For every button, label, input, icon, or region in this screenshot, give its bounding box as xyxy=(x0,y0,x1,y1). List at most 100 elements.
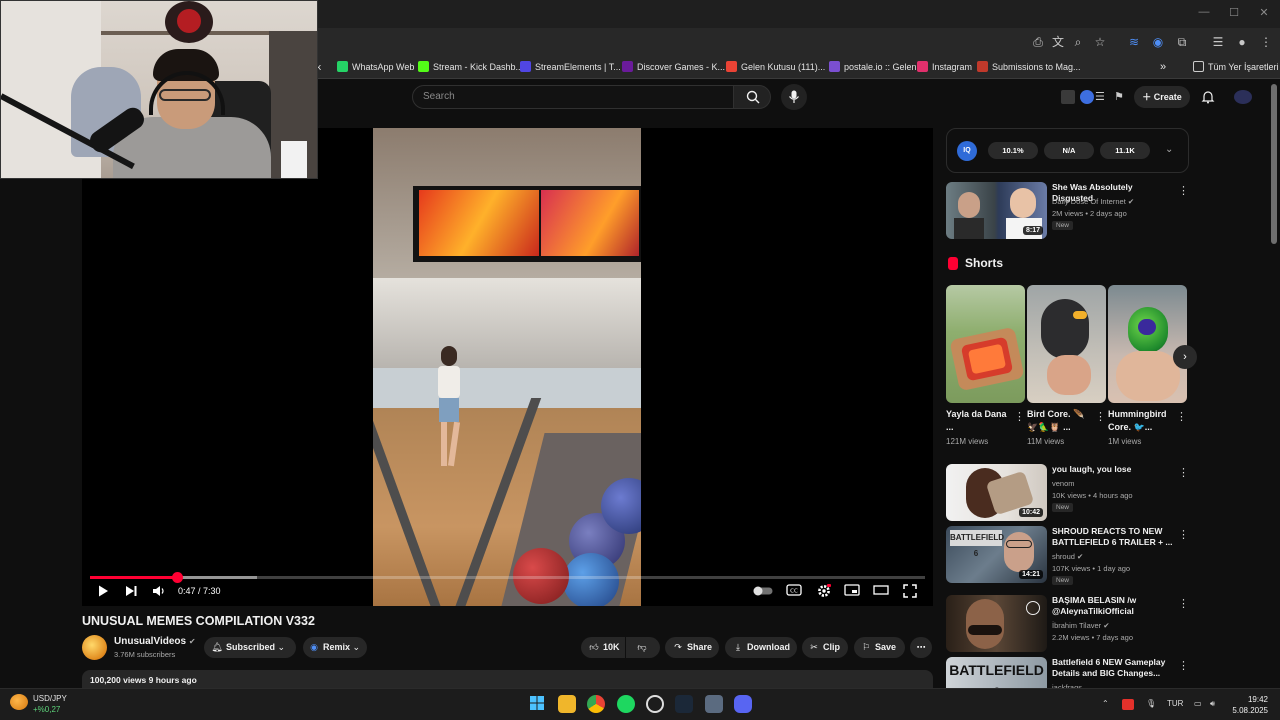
translate-icon[interactable]: 文 xyxy=(1050,34,1066,50)
recommendation-title[interactable]: SHROUD REACTS TO NEW BATTLEFIELD 6 TRAIL… xyxy=(1052,526,1174,548)
chrome-icon[interactable] xyxy=(587,695,605,713)
extension-wave-icon[interactable]: ≋ xyxy=(1126,34,1142,50)
short-thumbnail[interactable] xyxy=(1027,285,1106,403)
recommendation-title[interactable]: you laugh, you lose xyxy=(1052,464,1174,475)
account-avatar[interactable] xyxy=(1234,90,1252,104)
more-actions-button[interactable]: ⋯ xyxy=(910,637,932,658)
ext-grid-icon[interactable] xyxy=(1061,90,1075,104)
tab-search-icon[interactable]: ☰ xyxy=(1210,34,1226,50)
voice-search-button[interactable] xyxy=(781,84,807,110)
iq-expand-chevron-icon[interactable]: ⌄ xyxy=(1165,144,1173,155)
file-explorer-icon[interactable] xyxy=(558,695,576,713)
settings-app-icon[interactable] xyxy=(705,695,723,713)
more-vertical-icon[interactable]: ⋮ xyxy=(1176,410,1187,423)
close-icon[interactable]: ✕ xyxy=(1250,6,1278,19)
language-indicator[interactable]: TUR xyxy=(1167,699,1183,708)
remix-button[interactable]: ◉ Remix ⌄ xyxy=(303,637,367,658)
page-scrollbar[interactable] xyxy=(1271,84,1277,244)
extension-iq-icon[interactable]: ◉ xyxy=(1150,34,1166,50)
bookmark-star-icon[interactable]: ☆ xyxy=(1092,34,1108,50)
more-vertical-icon[interactable]: ⋮ xyxy=(1178,597,1189,610)
short-title[interactable]: Bird Core. 🪶 🦅🦜🦉 ... xyxy=(1027,408,1093,434)
all-bookmarks-button[interactable]: Tüm Yer İşaretleri xyxy=(1193,60,1279,74)
weather-widget-icon[interactable] xyxy=(10,694,28,710)
channel-avatar[interactable] xyxy=(82,635,107,660)
share-button[interactable]: ↷ Share xyxy=(665,637,719,658)
search-input[interactable]: Search xyxy=(412,85,734,109)
recommendation-thumbnail[interactable]: 10:42 xyxy=(946,464,1047,521)
zoom-icon[interactable]: ⌕ xyxy=(1070,34,1086,50)
recommendation-title[interactable]: Battlefield 6 NEW Gameplay Details and B… xyxy=(1052,657,1174,679)
subscribed-button[interactable]: 🔔︎ Subscribed ⌄ xyxy=(204,637,296,658)
speaker-icon[interactable]: 🔊︎ xyxy=(1210,699,1215,709)
install-app-icon[interactable]: ⎙ xyxy=(1030,34,1046,50)
create-button[interactable]: ＋ Create xyxy=(1134,86,1190,108)
recommendation-item[interactable]: BATTLEFIELD 6 14:21 SHROUD REACTS TO NEW… xyxy=(946,526,1189,586)
short-title[interactable]: Hummingbird Core. 🐦... xyxy=(1108,408,1174,434)
more-vertical-icon[interactable]: ⋮ xyxy=(1178,528,1189,541)
recommendation-thumbnail[interactable] xyxy=(946,595,1047,652)
spotify-icon[interactable] xyxy=(617,695,635,713)
progress-bar[interactable] xyxy=(90,572,925,583)
bookmark-item[interactable]: Discover Games - K... xyxy=(622,60,725,74)
next-button[interactable] xyxy=(123,584,139,600)
obs-icon[interactable] xyxy=(646,695,664,713)
bookmark-item[interactable]: Gelen Kutusu (111)... xyxy=(726,60,825,74)
tray-mic-icon[interactable]: 🎙︎ xyxy=(1146,699,1156,708)
clip-button[interactable]: ✂ Clip xyxy=(802,637,848,658)
recommendation-item[interactable]: 10:42 you laugh, you lose venom 10K view… xyxy=(946,464,1189,524)
captions-button[interactable]: CC xyxy=(786,584,802,600)
shorts-next-button[interactable]: › xyxy=(1173,345,1197,369)
miniplayer-button[interactable] xyxy=(844,584,860,600)
download-button[interactable]: ⤓ Download xyxy=(725,637,797,658)
ext-iq-header-icon[interactable] xyxy=(1080,90,1094,104)
clock[interactable]: 19:42 5.08.2025 xyxy=(1222,694,1268,716)
recommendation-item[interactable]: BATTLEFIELD 6 Battlefield 6 NEW Gameplay… xyxy=(946,657,1186,688)
recommendation-thumbnail[interactable]: BATTLEFIELD 6 xyxy=(946,657,1047,688)
search-button[interactable] xyxy=(733,85,771,109)
start-menu-button[interactable] xyxy=(528,695,546,713)
network-icon[interactable]: ▭ xyxy=(1194,699,1202,708)
more-vertical-icon[interactable]: ⋮ xyxy=(1178,466,1189,479)
volume-button[interactable] xyxy=(151,584,167,600)
more-vertical-icon[interactable]: ⋮ xyxy=(1178,184,1189,197)
notifications-bell-icon[interactable] xyxy=(1201,90,1215,104)
recommendation-item[interactable]: BAŞIMA BELASIN /w @AleynaTilkiOfficial İ… xyxy=(946,595,1189,655)
maximize-icon[interactable]: ☐ xyxy=(1220,6,1248,19)
tray-app-icon[interactable] xyxy=(1122,699,1134,710)
bookmark-item[interactable]: WhatsApp Web xyxy=(337,60,414,74)
tray-overflow-icon[interactable]: ⌃ xyxy=(1102,699,1109,708)
short-thumbnail[interactable] xyxy=(1108,285,1187,403)
autoplay-toggle[interactable] xyxy=(753,584,773,600)
recommendation-title[interactable]: BAŞIMA BELASIN /w @AleynaTilkiOfficial xyxy=(1052,595,1174,617)
discord-icon[interactable] xyxy=(734,695,752,713)
bookmark-item[interactable]: StreamElements | T... xyxy=(520,60,621,74)
more-vertical-icon[interactable]: ⋮ xyxy=(1178,659,1186,672)
ext-notify-icon[interactable]: ⚑ xyxy=(1114,90,1128,104)
browser-menu-icon[interactable]: ⋮ xyxy=(1258,34,1274,50)
like-button[interactable]: 👍︎ 10K xyxy=(581,637,625,658)
more-vertical-icon[interactable]: ⋮ xyxy=(1095,410,1106,423)
settings-button[interactable] xyxy=(816,584,832,600)
bookmarks-overflow-icon[interactable]: » xyxy=(1160,60,1166,74)
profile-avatar-icon[interactable]: ● xyxy=(1234,34,1250,50)
bookmark-item[interactable]: Submissions to Mag... xyxy=(977,60,1081,74)
dislike-button[interactable]: 👎︎ xyxy=(626,637,660,658)
minimize-icon[interactable]: — xyxy=(1190,6,1218,18)
recommendation-item[interactable]: 8:17 She Was Absolutely Disgusted Daily … xyxy=(946,182,1189,242)
save-button[interactable]: ⚐ Save xyxy=(854,637,905,658)
channel-name[interactable]: UnusualVideos ✔ xyxy=(114,636,196,647)
short-title[interactable]: Yayla da Dana ... xyxy=(946,408,1012,434)
steam-icon[interactable] xyxy=(675,695,693,713)
bookmark-item[interactable]: Stream - Kick Dashb... xyxy=(418,60,523,74)
bookmark-item[interactable]: Instagram xyxy=(917,60,972,74)
short-thumbnail[interactable] xyxy=(946,285,1025,403)
theater-mode-button[interactable] xyxy=(873,584,889,600)
more-vertical-icon[interactable]: ⋮ xyxy=(1014,410,1025,423)
fullscreen-button[interactable] xyxy=(902,584,918,600)
recommendation-thumbnail[interactable]: 8:17 xyxy=(946,182,1047,239)
video-player[interactable] xyxy=(82,128,933,606)
play-button[interactable] xyxy=(95,584,111,600)
recommendation-thumbnail[interactable]: BATTLEFIELD 6 14:21 xyxy=(946,526,1047,583)
extensions-puzzle-icon[interactable]: ⧉ xyxy=(1174,34,1190,50)
